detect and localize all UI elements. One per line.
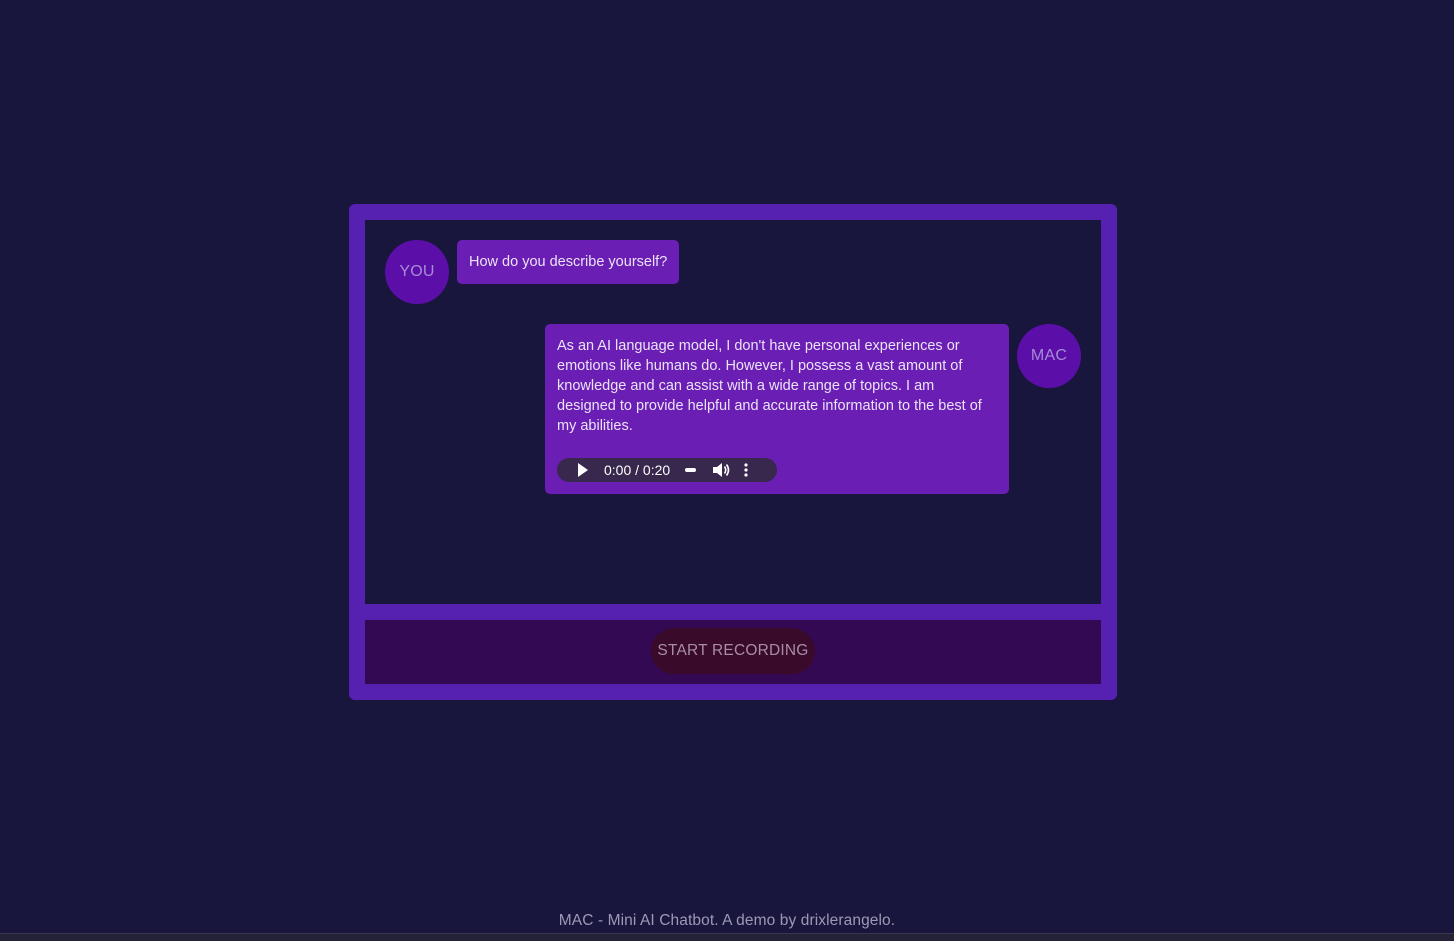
bot-avatar-label: MAC — [1030, 347, 1068, 364]
user-message-text: How do you describe yourself? — [469, 254, 668, 270]
user-avatar: YOU — [385, 240, 449, 304]
play-icon[interactable] — [577, 463, 591, 477]
chatbot-window: YOU How do you describe yourself? As an … — [349, 204, 1117, 700]
chat-history[interactable]: YOU How do you describe yourself? As an … — [365, 220, 1101, 604]
bot-message-bubble: As an AI language model, I don't have pe… — [545, 324, 1009, 494]
start-recording-button[interactable]: START RECORDING — [651, 628, 815, 674]
volume-icon[interactable] — [712, 462, 730, 478]
audio-time-display: 0:00 / 0:20 — [604, 462, 671, 478]
footer-credit: MAC - Mini AI Chatbot. A demo by drixler… — [558, 912, 896, 929]
user-avatar-label: YOU — [399, 263, 435, 280]
window-bottom-edge — [0, 933, 1454, 941]
audio-player[interactable]: 0:00 / 0:20 — [557, 458, 777, 482]
bot-avatar: MAC — [1017, 324, 1081, 388]
more-vertical-icon[interactable] — [744, 463, 748, 477]
bot-message-text: As an AI language model, I don't have pe… — [557, 338, 982, 434]
audio-progress-bar[interactable] — [685, 468, 697, 472]
user-message-bubble: How do you describe yourself? — [457, 240, 680, 284]
control-bar: START RECORDING — [365, 620, 1101, 684]
